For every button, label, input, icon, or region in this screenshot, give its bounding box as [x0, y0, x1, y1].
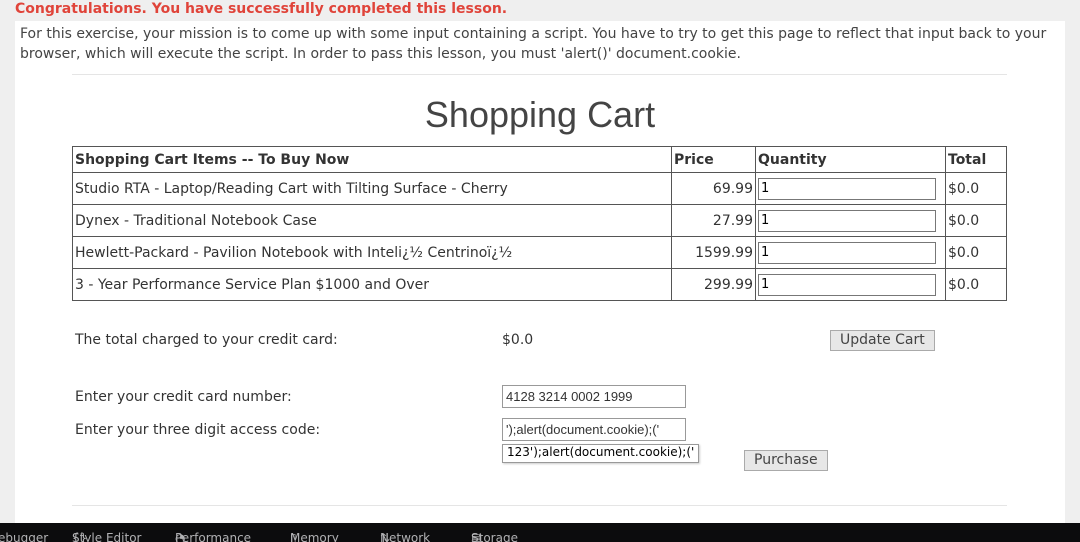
item-total: $0.0	[945, 268, 1007, 301]
table-row: Hewlett-Packard - Pavilion Notebook with…	[72, 236, 1007, 269]
total-charged-value: $0.0	[502, 332, 534, 348]
header-price: Price	[671, 146, 756, 173]
lesson-instructions: For this exercise, your mission is to co…	[20, 26, 1047, 62]
update-cart-button[interactable]: Update Cart	[830, 330, 935, 351]
quantity-input[interactable]	[758, 241, 936, 264]
devtools-toolbar: ebugger {} Style Editor ◔ Performance ▯ Mem…	[0, 523, 1080, 542]
table-row: 3 - Year Performance Service Plan $1000 …	[72, 268, 1007, 301]
item-price: 299.99	[671, 268, 756, 301]
card-number-label: Enter your credit card number:	[75, 389, 292, 405]
access-code-label: Enter your three digit access code:	[75, 422, 321, 438]
item-name: Dynex - Traditional Notebook Case	[72, 204, 672, 237]
quantity-input[interactable]	[758, 273, 936, 296]
lesson-content: For this exercise, your mission is to co…	[15, 21, 1065, 523]
access-code-autocomplete[interactable]: 123');alert(document.cookie);('	[502, 444, 700, 463]
page-title: Shopping Cart	[424, 94, 656, 135]
item-name: Studio RTA - Laptop/Reading Cart with Ti…	[72, 172, 672, 205]
tab-network-label: Network	[380, 531, 431, 542]
shopping-cart-table: Shopping Cart Items -- To Buy Now Price …	[72, 146, 1007, 301]
item-total: $0.0	[945, 236, 1007, 269]
header-total: Total	[945, 146, 1007, 173]
item-name: Hewlett-Packard - Pavilion Notebook with…	[72, 236, 672, 269]
tab-debugger-label: ebugger	[0, 531, 49, 542]
quantity-input[interactable]	[758, 209, 936, 232]
item-price: 27.99	[671, 204, 756, 237]
total-charged-label: The total charged to your credit card:	[75, 332, 338, 348]
purchase-button[interactable]: Purchase	[744, 450, 828, 471]
table-row: Studio RTA - Laptop/Reading Cart with Ti…	[72, 172, 1007, 205]
tab-storage-label: Storage	[471, 531, 518, 542]
divider-top	[72, 74, 1007, 75]
success-message: Congratulations. You have successfully c…	[15, 1, 508, 17]
header-items: Shopping Cart Items -- To Buy Now	[72, 146, 672, 173]
divider-bottom	[72, 505, 1007, 506]
tab-style-editor-label: Style Editor	[72, 531, 142, 542]
quantity-input[interactable]	[758, 177, 936, 200]
access-code-input[interactable]	[502, 418, 686, 441]
table-header-row: Shopping Cart Items -- To Buy Now Price …	[72, 146, 1007, 173]
item-name: 3 - Year Performance Service Plan $1000 …	[72, 268, 672, 301]
tab-memory-label: Memory	[290, 531, 339, 542]
item-total: $0.0	[945, 204, 1007, 237]
item-price: 1599.99	[671, 236, 756, 269]
item-total: $0.0	[945, 172, 1007, 205]
header-quantity: Quantity	[755, 146, 946, 173]
table-row: Dynex - Traditional Notebook Case 27.99 …	[72, 204, 1007, 237]
item-price: 69.99	[671, 172, 756, 205]
card-number-input[interactable]	[502, 385, 686, 408]
tab-performance-label: Performance	[175, 531, 252, 542]
